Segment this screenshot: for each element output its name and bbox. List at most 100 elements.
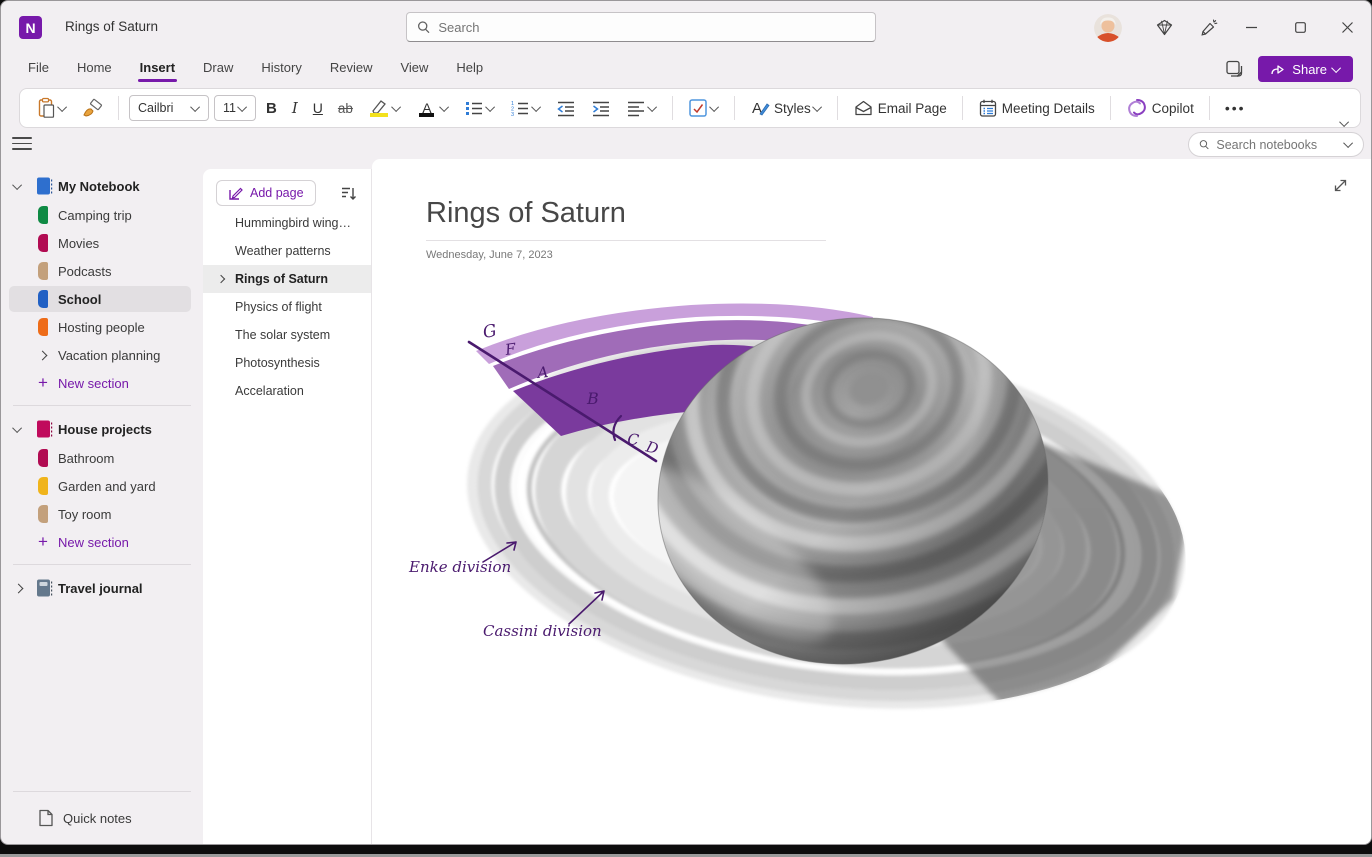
styles-button[interactable]: A Styles bbox=[745, 93, 827, 123]
chevron-down-icon bbox=[1331, 63, 1341, 73]
whats-new-icon[interactable] bbox=[1200, 18, 1219, 37]
menu-tab-history[interactable]: History bbox=[247, 53, 315, 86]
menu-tab-review[interactable]: Review bbox=[316, 53, 387, 86]
meeting-details-button[interactable]: Meeting Details bbox=[973, 93, 1100, 123]
page-item[interactable]: Hummingbird wing… bbox=[203, 209, 371, 237]
menu-tab-insert[interactable]: Insert bbox=[126, 53, 189, 86]
chevron-down-icon[interactable] bbox=[12, 423, 22, 433]
page-item[interactable]: Physics of flight bbox=[203, 293, 371, 321]
font-name-select[interactable]: Cailbri bbox=[129, 95, 209, 121]
highlight-button[interactable] bbox=[363, 93, 406, 123]
font-color-button[interactable]: A bbox=[411, 93, 454, 123]
italic-button[interactable]: I bbox=[287, 93, 303, 123]
menu-tab-help[interactable]: Help bbox=[442, 53, 497, 86]
chevron-right-icon[interactable] bbox=[14, 583, 24, 593]
new-section-button[interactable]: + New section bbox=[1, 528, 203, 556]
onenote-window: N Rings of Saturn bbox=[0, 0, 1372, 845]
notebook-my-notebook[interactable]: My Notebook bbox=[1, 171, 203, 201]
notebook-house-projects[interactable]: House projects bbox=[1, 414, 203, 444]
copilot-label: Copilot bbox=[1152, 101, 1194, 116]
menu-tab-view[interactable]: View bbox=[386, 53, 442, 86]
avatar[interactable] bbox=[1094, 14, 1122, 42]
email-page-label: Email Page bbox=[878, 101, 947, 116]
ribbon: Cailbri 11 B I U ab A bbox=[1, 86, 1371, 132]
maximize-button[interactable] bbox=[1285, 15, 1315, 39]
hamburger-menu-icon[interactable] bbox=[12, 135, 32, 152]
section-bathroom[interactable]: Bathroom bbox=[1, 444, 203, 472]
plus-icon: + bbox=[38, 373, 48, 393]
section-camping-trip[interactable]: Camping trip bbox=[1, 201, 203, 229]
strikethrough-button[interactable]: ab bbox=[333, 93, 358, 123]
chevron-down-icon[interactable] bbox=[12, 180, 22, 190]
expand-page-icon[interactable] bbox=[1332, 177, 1349, 194]
page-item-selected[interactable]: Rings of Saturn bbox=[203, 265, 371, 293]
font-color-icon: A bbox=[416, 96, 438, 120]
quick-notes[interactable]: Quick notes bbox=[1, 804, 203, 832]
page-title[interactable]: Rings of Saturn bbox=[426, 197, 1371, 230]
chevron-down-icon bbox=[57, 102, 67, 112]
page-item[interactable]: Accelaration bbox=[203, 377, 371, 405]
section-movies[interactable]: Movies bbox=[1, 229, 203, 257]
new-section-button[interactable]: + New section bbox=[1, 369, 203, 397]
page-item[interactable]: Weather patterns bbox=[203, 237, 371, 265]
share-button[interactable]: Share bbox=[1258, 56, 1353, 82]
numbering-button[interactable]: 123 bbox=[505, 93, 546, 123]
page-title: Photosynthesis bbox=[235, 356, 320, 370]
bullets-button[interactable] bbox=[459, 93, 500, 123]
page-title: Hummingbird wing… bbox=[235, 216, 351, 230]
sort-pages-icon[interactable] bbox=[340, 185, 357, 202]
diamond-icon[interactable] bbox=[1155, 18, 1174, 37]
notebook-icon bbox=[36, 420, 53, 439]
search-notebooks-box[interactable] bbox=[1188, 132, 1364, 157]
increase-indent-button[interactable] bbox=[586, 93, 616, 123]
section-toy-room[interactable]: Toy room bbox=[1, 500, 203, 528]
page-copy-icon[interactable] bbox=[1224, 59, 1244, 79]
todo-tag-button[interactable] bbox=[683, 93, 724, 123]
page-date: Wednesday, June 7, 2023 bbox=[426, 249, 1371, 261]
bold-button[interactable]: B bbox=[261, 93, 282, 123]
notebook-icon bbox=[36, 579, 53, 598]
underline-button[interactable]: U bbox=[308, 93, 328, 123]
cassini-division-label: Cassini division bbox=[483, 622, 602, 640]
search-box[interactable] bbox=[406, 12, 876, 42]
menu-tab-home[interactable]: Home bbox=[63, 53, 126, 86]
share-label: Share bbox=[1292, 62, 1327, 77]
alignment-button[interactable] bbox=[621, 93, 662, 123]
notebook-travel-journal[interactable]: Travel journal bbox=[1, 573, 203, 603]
page-item[interactable]: Photosynthesis bbox=[203, 349, 371, 377]
notebooks-sidebar: My Notebook Camping trip Movies Podcasts… bbox=[1, 159, 203, 845]
section-hosting-people[interactable]: Hosting people bbox=[1, 313, 203, 341]
paste-button[interactable] bbox=[32, 93, 72, 123]
chevron-down-icon bbox=[485, 102, 495, 112]
section-color-tab bbox=[38, 477, 48, 495]
menu-tab-draw[interactable]: Draw bbox=[189, 53, 247, 86]
page-item[interactable]: The solar system bbox=[203, 321, 371, 349]
divider bbox=[13, 564, 191, 565]
section-podcasts[interactable]: Podcasts bbox=[1, 257, 203, 285]
decrease-indent-button[interactable] bbox=[551, 93, 581, 123]
indent-icon bbox=[591, 99, 611, 117]
section-school[interactable]: School bbox=[1, 285, 203, 313]
enke-division-label: Enke division bbox=[408, 558, 511, 576]
close-button[interactable] bbox=[1332, 15, 1362, 39]
menu-bar: File Home Insert Draw History Review Vie… bbox=[1, 53, 1371, 86]
search-notebooks-input[interactable] bbox=[1216, 138, 1339, 152]
copilot-button[interactable]: Copilot bbox=[1121, 93, 1199, 123]
add-page-button[interactable]: Add page bbox=[216, 180, 316, 206]
more-options-button[interactable]: ••• bbox=[1220, 93, 1251, 123]
section-label: Toy room bbox=[58, 507, 111, 522]
page-canvas[interactable]: Rings of Saturn Wednesday, June 7, 2023 bbox=[372, 159, 1371, 845]
font-size-select[interactable]: 11 bbox=[214, 95, 256, 121]
minimize-button[interactable] bbox=[1236, 15, 1266, 39]
window-title: Rings of Saturn bbox=[65, 19, 158, 34]
onenote-logo-icon: N bbox=[19, 16, 42, 39]
section-garden-and-yard[interactable]: Garden and yard bbox=[1, 472, 203, 500]
chevron-down-icon bbox=[439, 102, 449, 112]
notebook-name: Travel journal bbox=[58, 581, 143, 596]
search-icon bbox=[417, 20, 430, 34]
format-painter-button[interactable] bbox=[77, 93, 108, 123]
email-page-button[interactable]: Email Page bbox=[848, 93, 952, 123]
search-input[interactable] bbox=[438, 20, 865, 35]
section-group-vacation-planning[interactable]: Vacation planning bbox=[1, 341, 203, 369]
menu-tab-file[interactable]: File bbox=[14, 53, 63, 86]
